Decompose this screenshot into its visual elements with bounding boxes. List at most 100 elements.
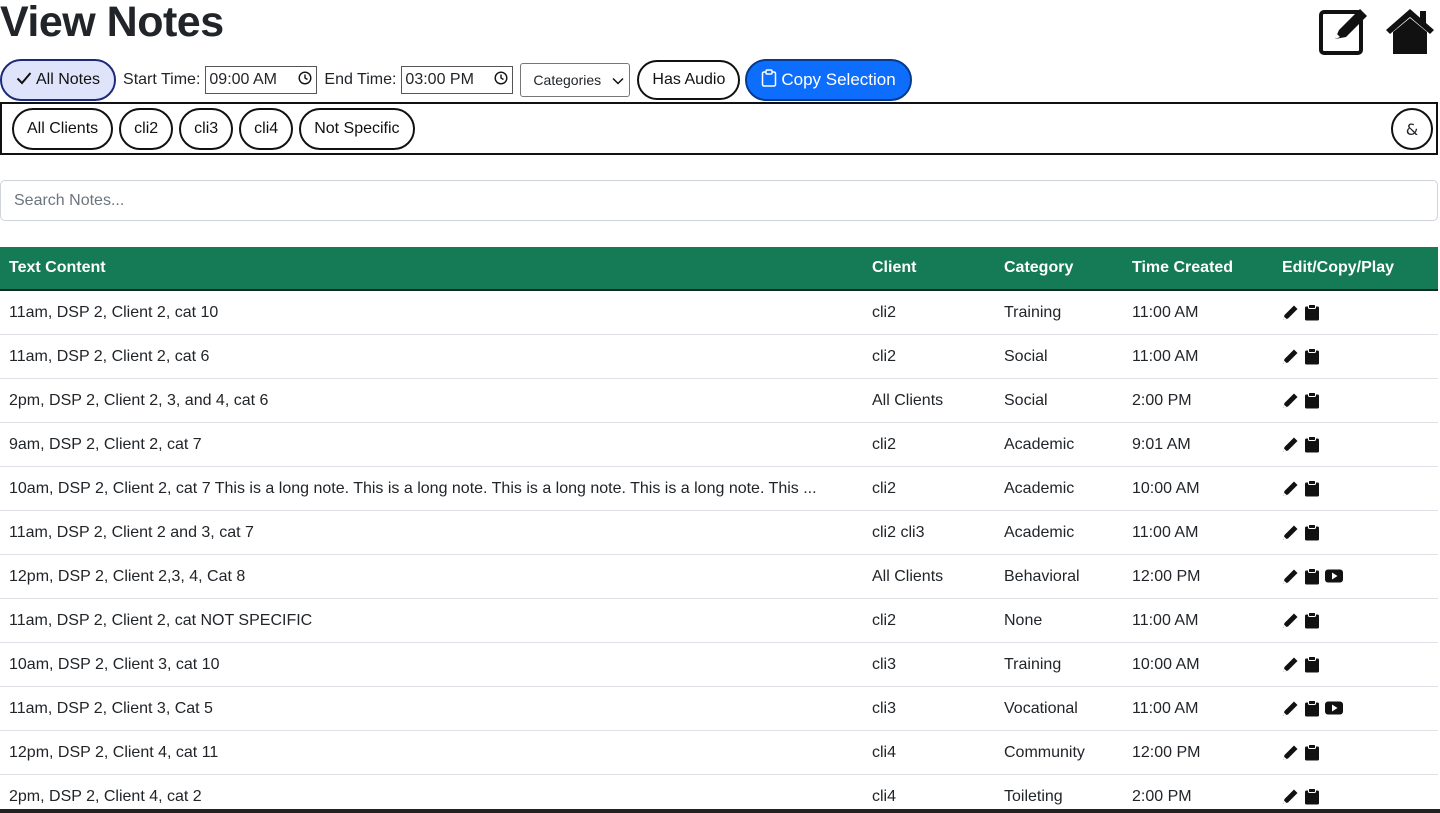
row-actions [1282,608,1320,629]
row-actions [1282,784,1320,805]
note-time-cell: 2:00 PM [1123,378,1273,423]
table-row[interactable]: 2pm, DSP 2, Client 2, 3, and 4, cat 6 All… [0,378,1438,423]
note-category-cell: Social [995,334,1123,379]
play-icon[interactable] [1325,569,1343,583]
categories-select[interactable]: Categories [520,63,631,97]
notes-table: Text Content Client Category Time Create… [0,247,1438,813]
note-time-cell: 12:00 PM [1123,730,1273,775]
note-time-cell: 11:00 AM [1123,598,1273,643]
clipboard-icon[interactable] [1304,787,1320,805]
note-actions-cell [1273,774,1438,813]
header-time-created[interactable]: Time Created [1123,247,1273,291]
end-time-label: End Time: [324,71,397,88]
table-row[interactable]: 10am, DSP 2, Client 2, cat 7 This is a l… [0,466,1438,511]
pencil-icon[interactable] [1282,744,1299,761]
clipboard-icon[interactable] [1304,435,1320,453]
pencil-icon[interactable] [1282,436,1299,453]
row-actions [1282,344,1320,365]
note-client-cell: cli2 [863,290,995,335]
pencil-icon[interactable] [1282,700,1299,717]
table-row[interactable]: 12pm, DSP 2, Client 2,3, 4, Cat 8 All Cli… [0,554,1438,599]
row-actions [1282,432,1320,453]
table-row[interactable]: 11am, DSP 2, Client 2, cat NOT SPECIFIC c… [0,598,1438,643]
note-category-cell: Academic [995,466,1123,511]
pencil-icon[interactable] [1282,568,1299,585]
and-operator-button[interactable]: & [1391,108,1433,150]
header-client[interactable]: Client [863,247,995,291]
search-input[interactable]: Search Notes... [0,180,1438,221]
note-time-cell: 12:00 PM [1123,554,1273,599]
pencil-icon[interactable] [1282,304,1299,321]
note-client-cell: cli3 [863,642,995,687]
clipboard-icon[interactable] [1304,699,1320,717]
header-text-content[interactable]: Text Content [0,247,863,291]
clipboard-icon[interactable] [1304,391,1320,409]
table-row[interactable]: 11am, DSP 2, Client 2 and 3, cat 7 cli2 c… [0,510,1438,555]
table-row[interactable]: 2pm, DSP 2, Client 4, cat 2 cli4 Toileting… [0,774,1438,813]
play-icon[interactable] [1325,701,1343,715]
clipboard-icon[interactable] [1304,347,1320,365]
note-text-cell: 10am, DSP 2, Client 2, cat 7 This is a l… [0,466,863,511]
note-time-cell: 10:00 AM [1123,642,1273,687]
header-category[interactable]: Category [995,247,1123,291]
client-filter-bar: All Clients cli2 cli3 cli4 Not Specific … [0,102,1438,155]
clipboard-icon[interactable] [1304,743,1320,761]
copy-selection-label: Copy Selection [781,70,896,89]
clipboard-icon[interactable] [1304,655,1320,673]
home-icon[interactable] [1384,6,1436,56]
clipboard-icon[interactable] [1304,303,1320,321]
clipboard-icon[interactable] [1304,523,1320,541]
note-actions-cell [1273,334,1438,379]
table-row[interactable]: 9am, DSP 2, Client 2, cat 7 cli2 Academic 9… [0,422,1438,467]
pencil-icon[interactable] [1282,348,1299,365]
note-actions-cell [1273,554,1438,599]
note-time-cell: 11:00 AM [1123,290,1273,335]
all-notes-toggle[interactable]: All Notes [0,59,117,101]
note-category-cell: Training [995,290,1123,335]
note-category-cell: Behavioral [995,554,1123,599]
pencil-icon[interactable] [1282,392,1299,409]
note-client-cell: cli2 [863,422,995,467]
pencil-icon[interactable] [1282,480,1299,497]
pencil-icon[interactable] [1282,524,1299,541]
pencil-icon[interactable] [1282,788,1299,805]
table-row[interactable]: 12pm, DSP 2, Client 4, cat 11 cli4 Communi… [0,730,1438,775]
row-actions [1282,300,1320,321]
note-text-cell: 11am, DSP 2, Client 2 and 3, cat 7 [0,510,863,555]
note-category-cell: None [995,598,1123,643]
table-row[interactable]: 11am, DSP 2, Client 3, Cat 5 cli3 Vocation… [0,686,1438,731]
table-row[interactable]: 11am, DSP 2, Client 2, cat 10 cli2 Trainin… [0,290,1438,335]
note-client-cell: cli2 [863,334,995,379]
note-client-cell: cli2 cli3 [863,510,995,555]
note-actions-cell [1273,642,1438,687]
note-actions-cell [1273,686,1438,731]
note-text-cell: 11am, DSP 2, Client 3, Cat 5 [0,686,863,731]
row-actions [1282,564,1343,585]
note-category-cell: Vocational [995,686,1123,731]
filter-toolbar: All Notes Start Time: 09:00 AM End Time:… [0,59,912,101]
clipboard-icon[interactable] [1304,479,1320,497]
copy-selection-button[interactable]: Copy Selection [745,59,912,101]
clipboard-icon[interactable] [1304,567,1320,585]
pencil-icon[interactable] [1282,612,1299,629]
row-actions [1282,740,1320,761]
start-time-label: Start Time: [123,71,201,88]
client-chip-not-specific[interactable]: Not Specific [299,107,415,150]
client-chip-cli2[interactable]: cli2 [119,107,174,150]
chevron-down-icon [612,72,624,88]
pencil-icon[interactable] [1282,656,1299,673]
note-text-cell: 9am, DSP 2, Client 2, cat 7 [0,422,863,467]
client-chip-cli4[interactable]: cli4 [239,107,294,150]
client-chip-cli3[interactable]: cli3 [179,107,234,150]
table-row[interactable]: 10am, DSP 2, Client 3, cat 10 cli3 Trainin… [0,642,1438,687]
edit-note-icon[interactable] [1318,6,1370,56]
row-actions [1282,520,1320,541]
start-time-input[interactable]: 09:00 AM [205,66,318,94]
bottom-border [0,809,1440,813]
table-row[interactable]: 11am, DSP 2, Client 2, cat 6 cli2 Social 11… [0,334,1438,379]
end-time-input[interactable]: 03:00 PM [401,66,514,94]
client-chip-all[interactable]: All Clients [12,107,114,150]
clipboard-icon[interactable] [1304,611,1320,629]
has-audio-button[interactable]: Has Audio [637,60,741,100]
note-category-cell: Academic [995,510,1123,555]
